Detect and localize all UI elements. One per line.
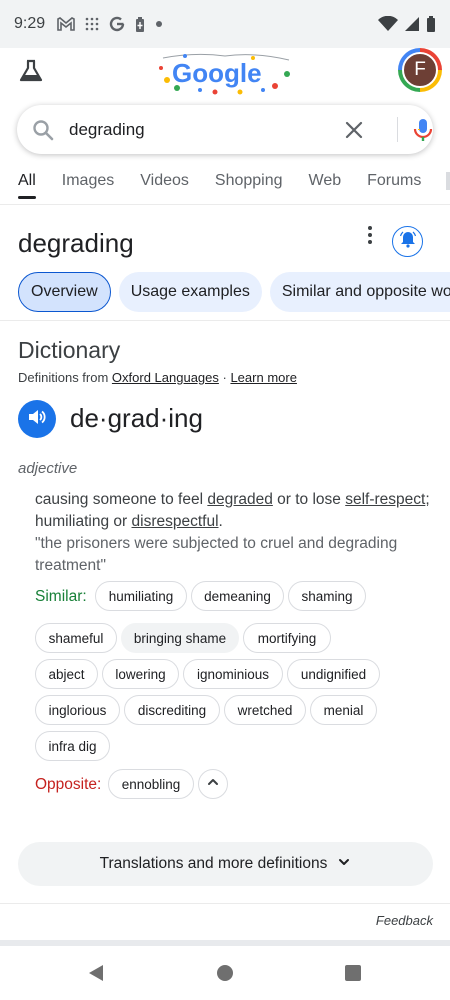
divider [0,320,450,321]
defs-from-label: Definitions from [18,370,112,385]
more-options-icon[interactable] [360,225,380,250]
self-respect-link[interactable]: self-respect [345,491,425,508]
part-of-speech: adjective [18,460,78,477]
definition-part: . [218,513,223,530]
search-icon[interactable] [31,118,55,147]
similar-word-pill[interactable]: humiliating [95,581,187,611]
similar-word-pill[interactable]: bringing shame [121,623,239,653]
search-tabs: All Images Videos Shopping Web Forums [0,163,450,205]
example-sentence: "the prisoners were subjected to cruel a… [35,535,398,574]
chip-usage-examples[interactable]: Usage examples [118,272,262,312]
home-icon[interactable] [217,965,233,981]
pronunciation-text: de·grad·ing [70,403,203,433]
learn-more-link[interactable]: Learn more [230,370,296,385]
oxford-languages-link[interactable]: Oxford Languages [112,370,219,385]
definition-part: causing someone to feel [35,491,208,508]
status-time: 9:29 [14,15,46,32]
system-navigation-bar [0,946,450,1000]
grid-dots-icon [85,17,99,31]
tab-web[interactable]: Web [309,163,342,205]
speaker-icon [27,407,47,432]
voice-search-mic-icon[interactable] [410,117,436,148]
tab-overflow-indicator[interactable] [446,172,450,190]
bell-icon [399,230,417,253]
similar-word-pill[interactable]: shaming [288,581,366,611]
separator: · [218,370,231,385]
recents-icon[interactable] [345,965,361,981]
definition-text: causing someone to feel degraded or to l… [35,489,435,533]
search-divider [397,117,398,142]
chip-overview[interactable]: Overview [18,272,111,312]
google-g-icon [109,16,125,32]
pronunciation-speaker-button[interactable] [18,400,56,438]
feedback-link[interactable]: Feedback [376,913,433,928]
search-box[interactable] [17,105,433,154]
tab-images[interactable]: Images [62,163,114,205]
back-icon[interactable] [87,964,105,987]
wifi-icon [378,16,398,32]
status-bar: 9:29 [0,0,450,48]
translations-more-definitions-button[interactable]: Translations and more definitions [18,842,433,886]
disrespectful-link[interactable]: disrespectful [132,513,219,530]
search-input[interactable] [69,105,339,154]
similar-word-pill[interactable]: inglorious [35,695,120,725]
opposite-word-pill[interactable]: ennobling [108,769,194,799]
dot-icon [155,20,163,28]
similar-word-pill[interactable]: menial [310,695,377,725]
cell-signal-icon [404,16,420,32]
similar-word-pill[interactable]: abject [35,659,98,689]
chevron-down-icon [337,855,351,874]
similar-word-pill[interactable]: undignified [287,659,380,689]
avatar-letter: F [402,52,438,88]
similar-word-pill[interactable]: infra dig [35,731,110,761]
battery-saver-icon [135,16,145,33]
similar-word-pill[interactable]: demeaning [191,581,284,611]
similar-word-pill[interactable]: lowering [102,659,179,689]
similar-word-pill[interactable]: wretched [224,695,306,725]
tab-forums[interactable]: Forums [367,163,421,205]
chip-similar-opposite[interactable]: Similar and opposite words [269,272,450,312]
definitions-source: Definitions from Oxford Languages · Lear… [18,370,297,385]
dictionary-title: Dictionary [18,337,121,363]
tab-all[interactable]: All [18,163,36,205]
result-term: degrading [18,228,134,258]
similar-word-pill[interactable]: mortifying [243,623,331,653]
clear-search-icon[interactable] [343,119,365,146]
notification-bell-button[interactable] [392,226,423,257]
chevron-up-icon [206,775,220,794]
opposite-label: Opposite: [35,776,102,793]
result-chips: Overview Usage examples Similar and oppo… [18,272,450,312]
similar-word-pill[interactable]: shameful [35,623,117,653]
definition-part: or to lose [272,491,346,508]
similar-word-pill[interactable]: discrediting [124,695,220,725]
translations-button-label: Translations and more definitions [99,855,328,872]
degraded-link[interactable]: degraded [207,491,273,508]
divider [0,903,450,904]
collapse-synonyms-button[interactable] [198,769,228,799]
google-doodle-logo[interactable]: Google [155,50,297,96]
tab-shopping[interactable]: Shopping [215,163,283,205]
battery-icon [426,15,436,33]
similar-label: Similar: [35,588,87,605]
account-avatar[interactable]: F [398,48,442,92]
labs-flask-icon[interactable] [18,58,44,84]
gmail-icon [57,17,75,31]
app-bar: Google F [0,48,450,98]
similar-word-pill[interactable]: ignominious [183,659,283,689]
tab-videos[interactable]: Videos [140,163,189,205]
svg-text:Google: Google [172,58,262,88]
